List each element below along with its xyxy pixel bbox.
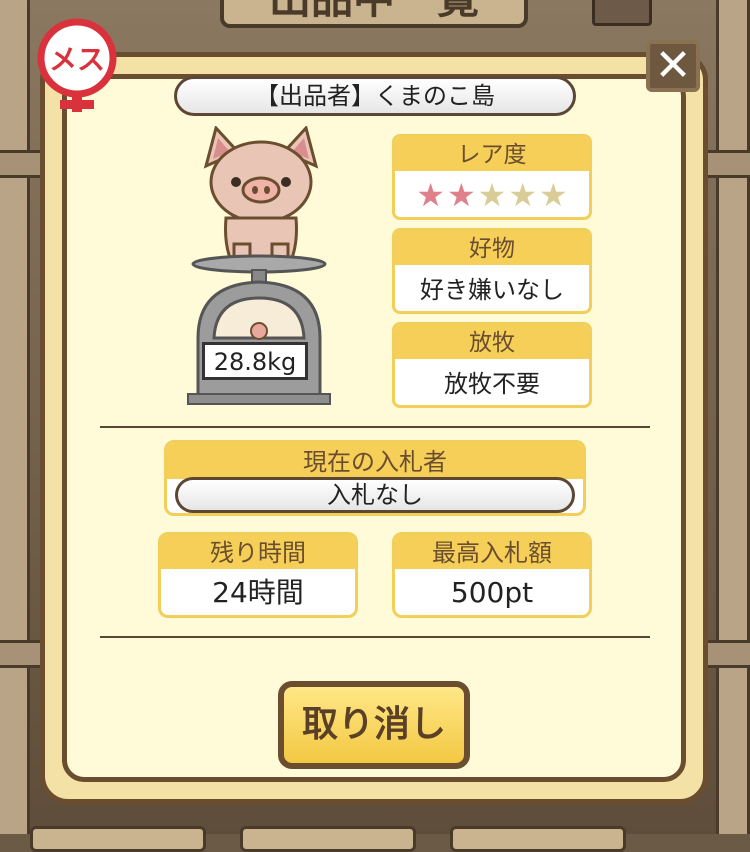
weight-readout: 28.8kg: [202, 342, 308, 380]
rarity-stars: ★ ★ ★ ★ ★: [395, 171, 589, 217]
close-icon: ✕: [654, 40, 692, 91]
current-bidder-value: 入札なし: [175, 477, 575, 513]
background-post: [716, 0, 750, 834]
rarity-card: レア度 ★ ★ ★ ★ ★: [392, 134, 592, 220]
dialog-content-panel: [62, 74, 686, 782]
star-filled-icon: ★: [416, 176, 445, 214]
current-bidder-card: 現在の入札者 入札なし: [164, 440, 586, 516]
divider: [100, 636, 650, 638]
remaining-time-label: 残り時間: [161, 535, 355, 569]
background-tab: [30, 826, 206, 852]
grazing-value: 放牧不要: [444, 370, 540, 398]
highest-bid-value: 500pt: [450, 576, 534, 609]
female-badge-icon: メス: [34, 18, 120, 116]
background-tab: [240, 826, 416, 852]
star-empty-icon: ★: [508, 176, 538, 214]
grazing-label: 放牧: [395, 325, 589, 359]
current-bidder-label: 現在の入札者: [167, 443, 583, 479]
gender-label: メス: [49, 43, 105, 76]
remaining-time-card: 残り時間 24時間: [158, 532, 358, 618]
close-button[interactable]: ✕: [646, 40, 700, 92]
background-close-button: [592, 0, 652, 26]
background-tab: [450, 826, 626, 852]
star-filled-icon: ★: [446, 176, 476, 214]
seller-name: 【出品者】くまのこ島: [174, 76, 576, 116]
favorite-food-label: 好物: [395, 231, 589, 265]
favorite-food-card: 好物 好き嫌いなし: [392, 228, 592, 314]
background-screen-title: 出品中一覧: [220, 0, 528, 28]
star-empty-icon: ★: [539, 176, 568, 214]
remaining-time-value: 24時間: [212, 576, 304, 609]
cancel-listing-button[interactable]: 取り消し: [278, 681, 470, 769]
favorite-food-value: 好き嫌いなし: [420, 276, 564, 304]
divider: [100, 426, 650, 428]
star-empty-icon: ★: [477, 176, 507, 214]
pig-on-scale: 28.8kg: [186, 124, 336, 411]
grazing-card: 放牧 放牧不要: [392, 322, 592, 408]
background-post: [0, 0, 30, 834]
rarity-label: レア度: [395, 137, 589, 171]
highest-bid-card: 最高入札額 500pt: [392, 532, 592, 618]
highest-bid-label: 最高入札額: [395, 535, 589, 569]
